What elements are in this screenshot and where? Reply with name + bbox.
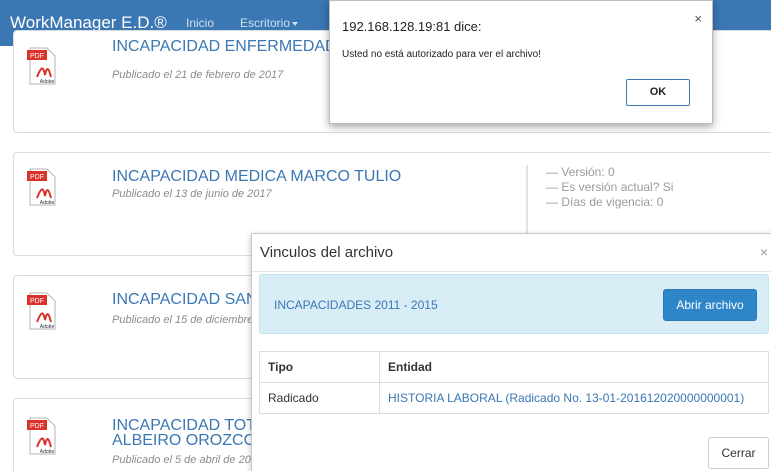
file-published-date: Publicado el 13 de junio de 2017	[112, 188, 272, 200]
cell-entidad-link[interactable]: HISTORIA LABORAL (Radicado No. 13-01-201…	[379, 382, 769, 414]
modal-title: Vinculos del archivo	[260, 244, 394, 261]
meta-current-version: — Es versión actual? Si	[546, 180, 674, 194]
nav-inicio[interactable]: Inicio	[186, 16, 214, 30]
close-button[interactable]: Cerrar	[708, 437, 769, 469]
file-metadata: — Versión: 0 — Es versión actual? Si — D…	[526, 165, 673, 235]
file-published-date: Publicado el 21 de febrero de 2017	[112, 69, 284, 81]
pdf-label: PDF	[30, 174, 44, 181]
column-header-tipo: Tipo	[259, 351, 380, 383]
browser-alert-dialog: 192.168.128.19:81 dice: × Usted no está …	[329, 0, 713, 124]
open-file-button[interactable]: Abrir archivo	[663, 289, 757, 321]
file-published-date: Publicado el 15 de diciembre	[112, 314, 254, 326]
pdf-file-icon: PDF Adobe	[27, 292, 56, 330]
file-title-line2[interactable]: ALBEIRO OROZCO	[112, 433, 256, 449]
alert-message: Usted no está autorizado para ver el arc…	[342, 49, 541, 60]
file-title[interactable]: INCAPACIDAD SAN	[112, 292, 258, 308]
pdf-brand: Adobe	[40, 449, 55, 455]
pdf-brand: Adobe	[40, 200, 55, 206]
pdf-file-icon: PDF Adobe	[27, 168, 56, 206]
table-row: Radicado HISTORIA LABORAL (Radicado No. …	[259, 382, 769, 414]
links-table: Tipo Entidad Radicado HISTORIA LABORAL (…	[259, 351, 769, 414]
nav-escritorio-label: Escritorio	[240, 16, 291, 30]
ok-button[interactable]: OK	[626, 79, 690, 106]
cell-tipo: Radicado	[259, 382, 380, 414]
file-title[interactable]: INCAPACIDAD MEDICA MARCO TULIO	[112, 169, 401, 185]
meta-validity-days: — Días de vigencia: 0	[546, 195, 664, 209]
file-published-date: Publicado el 5 de abril de 20	[112, 454, 251, 466]
pdf-brand: Adobe	[40, 324, 55, 330]
meta-version: — Versión: 0	[546, 165, 615, 179]
pdf-brand: Adobe	[40, 79, 55, 85]
pdf-file-icon: PDF Adobe	[27, 417, 56, 455]
file-links-modal: Vinculos del archivo × INCAPACIDADES 201…	[251, 233, 771, 471]
chevron-down-icon	[292, 21, 299, 26]
close-icon[interactable]: ×	[694, 11, 702, 26]
nav-escritorio[interactable]: Escritorio	[240, 16, 299, 30]
pdf-label: PDF	[30, 298, 44, 305]
column-header-entidad: Entidad	[379, 351, 769, 383]
modal-header-divider	[252, 271, 771, 272]
pdf-file-icon: PDF Adobe	[27, 47, 56, 85]
folder-name: INCAPACIDADES 2011 - 2015	[274, 298, 438, 312]
close-icon[interactable]: ×	[760, 244, 768, 260]
table-header-row: Tipo Entidad	[259, 351, 769, 383]
file-title[interactable]: INCAPACIDAD ENFERMEDAD	[112, 39, 337, 55]
alert-origin-title: 192.168.128.19:81 dice:	[342, 19, 482, 34]
pdf-label: PDF	[30, 53, 44, 60]
info-alert: INCAPACIDADES 2011 - 2015 Abrir archivo	[259, 274, 769, 334]
pdf-label: PDF	[30, 423, 44, 430]
